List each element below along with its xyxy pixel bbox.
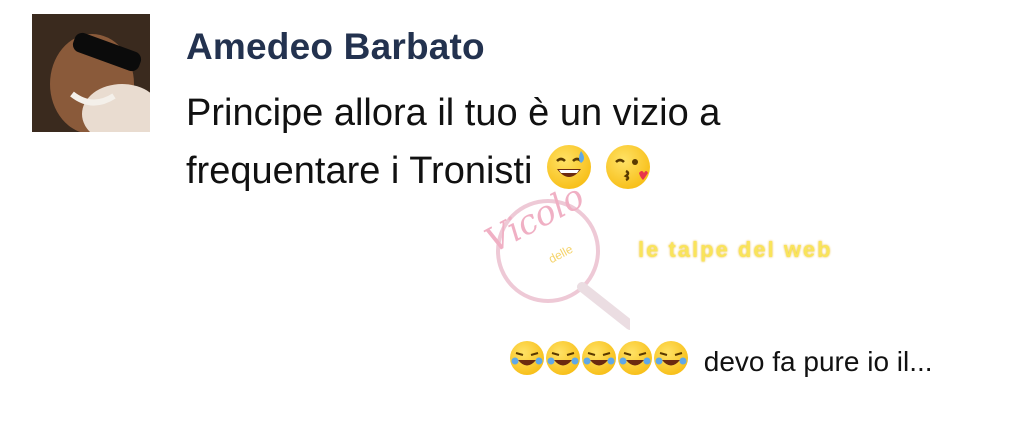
laughing-tears-emoji-icon: [618, 341, 652, 375]
watermark-delle-text: delle: [546, 241, 576, 267]
comment-text-line-1: Principe allora il tuo è un vizio a: [186, 92, 721, 134]
laughing-tears-emoji-icon: [582, 341, 616, 375]
avatar[interactable]: [32, 14, 150, 132]
watermark: Vicolo delle le talpe del web: [470, 177, 910, 340]
magnifier-watermark-icon: [496, 199, 630, 330]
comment-text-line-2: frequentare i Tronisti: [186, 142, 906, 200]
comment-text-line-2-text: frequentare i Tronisti: [186, 150, 533, 192]
sweat-smile-emoji-icon: [546, 145, 591, 189]
avatar-photo-icon: [32, 14, 150, 132]
laughing-tears-emoji-icon: [654, 341, 688, 375]
kiss-emoji-icon: [605, 145, 650, 189]
laughing-tears-emoji-icon: [510, 341, 544, 375]
comment-author-name[interactable]: Amedeo Barbato: [186, 26, 485, 68]
watermark-talpa-text: le talpe del web: [638, 237, 833, 262]
comment-text: Principe allora il tuo è un vizio a freq…: [186, 84, 906, 200]
laughing-tears-emoji-icon: [546, 341, 580, 375]
reply-preview[interactable]: devo fa pure io il...: [508, 340, 933, 380]
reply-preview-text: devo fa pure io il...: [703, 345, 933, 377]
